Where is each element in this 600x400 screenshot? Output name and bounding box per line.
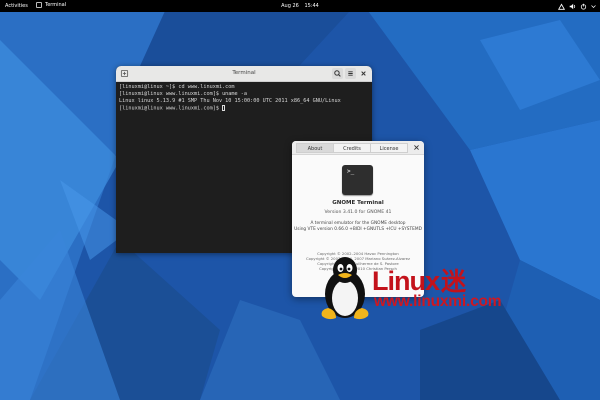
search-icon	[334, 70, 341, 77]
hamburger-icon	[348, 71, 353, 76]
terminal-output[interactable]: [linuxmi@linux ~]$ cd www.linuxmi.com [li…	[119, 84, 369, 113]
terminal-line: Linux linux 5.13.9 #1 SMP Thu Nov 10 15:…	[119, 98, 341, 104]
linuxmi-watermark: Linux迷 www.linuxmi.com	[316, 254, 542, 324]
clock-date: Aug 26	[281, 3, 299, 9]
description-line: Using VTE version 0.66.0 +BIDI +GNUTLS +…	[294, 227, 422, 232]
tab-credits[interactable]: Credits	[333, 143, 371, 153]
chevron-down-icon	[591, 4, 596, 8]
terminal-line: [linuxmi@linux ~]$ cd www.linuxmi.com	[119, 84, 235, 90]
tab-license[interactable]: License	[370, 143, 408, 153]
terminal-headerbar[interactable]: Terminal	[116, 66, 372, 82]
terminal-cursor	[222, 105, 226, 111]
terminal-line: [linuxmi@linux www.linuxmi.com]$ uname -…	[119, 91, 248, 97]
search-button[interactable]	[332, 68, 343, 79]
system-tray[interactable]	[558, 1, 596, 11]
power-icon	[580, 3, 587, 9]
tux-penguin-icon	[321, 257, 369, 320]
close-dialog-button[interactable]	[413, 144, 420, 153]
about-dialog-header: About Credits License	[292, 141, 424, 155]
terminal-line: [linuxmi@linux www.linuxmi.com]$	[119, 105, 223, 112]
prompt-glyph: >_	[347, 168, 355, 175]
close-icon	[414, 145, 419, 150]
watermark-url: www.linuxmi.com	[374, 293, 502, 310]
clock[interactable]: Aug 26 15:44	[0, 3, 600, 9]
close-window-button[interactable]	[358, 68, 369, 79]
about-tabs: About Credits License	[296, 143, 408, 153]
network-icon	[558, 3, 565, 10]
clock-time: 15:44	[304, 3, 319, 9]
brand-text: Linux	[372, 266, 440, 296]
close-icon	[361, 71, 366, 76]
menu-button[interactable]	[345, 68, 356, 79]
volume-icon	[569, 3, 576, 9]
tab-about[interactable]: About	[296, 143, 334, 153]
app-description: A terminal emulator for the GNOME deskto…	[292, 221, 424, 233]
top-bar: Activities Terminal Aug 26 15:44	[0, 0, 600, 12]
app-version: Version 3.41.0 for GNOME 41	[324, 210, 392, 215]
app-name: GNOME Terminal	[332, 200, 384, 206]
terminal-logo-icon: >_	[342, 165, 373, 195]
